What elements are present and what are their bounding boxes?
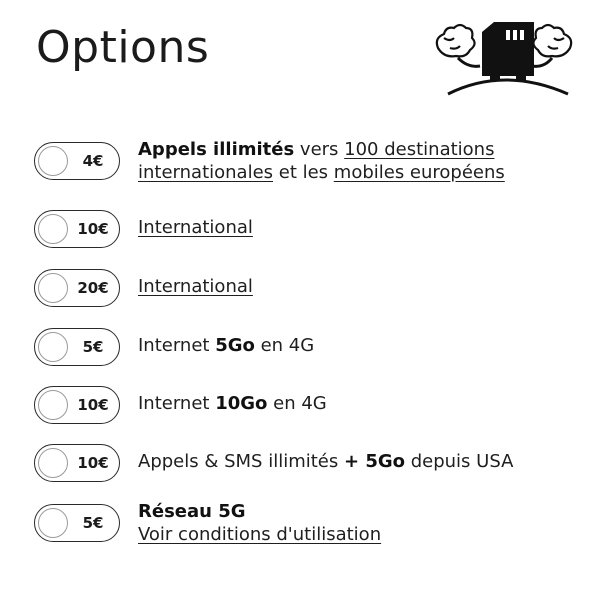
option-price: 10€ bbox=[77, 454, 109, 472]
option-toggle[interactable]: 5€ bbox=[34, 328, 120, 366]
option-label-bold: + 5Go bbox=[343, 451, 405, 472]
option-label-text: en 4G bbox=[254, 335, 315, 356]
option-row: 4€ Appels illimités vers 100 destination… bbox=[34, 139, 558, 184]
international-link[interactable]: International bbox=[138, 276, 253, 297]
option-toggle[interactable]: 10€ bbox=[34, 386, 120, 424]
option-toggle[interactable]: 5€ bbox=[34, 504, 120, 542]
option-row: 10€ Internet 10Go en 4G bbox=[34, 386, 327, 424]
sim-card-mascot-icon bbox=[435, 22, 573, 96]
radio-knob-icon bbox=[38, 146, 68, 176]
option-toggle[interactable]: 10€ bbox=[34, 210, 120, 248]
option-label-text: Appels & SMS illimités bbox=[138, 451, 344, 472]
option-label: Internet 5Go en 4G bbox=[138, 328, 314, 357]
option-row: 5€ Réseau 5G Voir conditions d'utilisatio… bbox=[34, 501, 381, 546]
option-label-text: depuis USA bbox=[405, 451, 514, 472]
radio-knob-icon bbox=[38, 332, 68, 362]
radio-knob-icon bbox=[38, 214, 68, 244]
option-label: International bbox=[138, 210, 253, 239]
radio-knob-icon bbox=[38, 508, 68, 538]
option-row: 5€ Internet 5Go en 4G bbox=[34, 328, 314, 366]
option-label: Internet 10Go en 4G bbox=[138, 386, 327, 415]
page-title: Options bbox=[36, 22, 210, 73]
option-price: 20€ bbox=[77, 279, 109, 297]
international-link[interactable]: International bbox=[138, 217, 253, 238]
option-toggle[interactable]: 20€ bbox=[34, 269, 120, 307]
option-label: Appels illimités vers 100 destinations i… bbox=[138, 138, 558, 184]
option-label: Appels & SMS illimités + 5Go depuis USA bbox=[138, 444, 513, 473]
mobiles-europeens-link[interactable]: mobiles européens bbox=[334, 162, 505, 183]
option-label-bold: Réseau 5G bbox=[138, 501, 246, 522]
option-row: 10€ International bbox=[34, 210, 253, 248]
option-toggle[interactable]: 10€ bbox=[34, 444, 120, 482]
option-label-bold: 5Go bbox=[215, 335, 255, 356]
option-price: 4€ bbox=[82, 152, 104, 170]
option-label-text: Internet bbox=[138, 335, 216, 356]
radio-knob-icon bbox=[38, 448, 68, 478]
option-price: 5€ bbox=[82, 338, 104, 356]
option-label-bold: Appels illimités bbox=[138, 139, 295, 160]
option-price: 10€ bbox=[77, 220, 109, 238]
option-label-text: et les bbox=[273, 162, 334, 183]
option-row: 20€ International bbox=[34, 269, 253, 307]
radio-knob-icon bbox=[38, 390, 68, 420]
option-label-text: vers bbox=[294, 139, 345, 160]
option-price: 10€ bbox=[77, 396, 109, 414]
option-toggle[interactable]: 4€ bbox=[34, 142, 120, 180]
radio-knob-icon bbox=[38, 273, 68, 303]
option-label: Réseau 5G Voir conditions d'utilisation bbox=[138, 500, 381, 546]
option-label-bold: 10Go bbox=[215, 393, 268, 414]
option-row: 10€ Appels & SMS illimités + 5Go depuis … bbox=[34, 444, 513, 482]
option-label-text: Internet bbox=[138, 393, 216, 414]
option-price: 5€ bbox=[82, 514, 104, 532]
conditions-link[interactable]: Voir conditions d'utilisation bbox=[138, 524, 381, 545]
option-label-text: en 4G bbox=[267, 393, 327, 414]
option-label: International bbox=[138, 269, 253, 298]
